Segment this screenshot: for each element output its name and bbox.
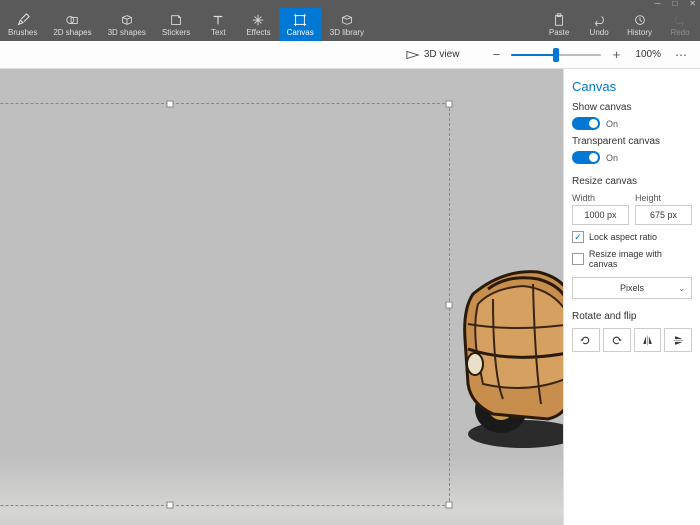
canvas-icon xyxy=(293,13,307,27)
resize-image-label: Resize image with canvas xyxy=(589,249,692,269)
stickers-tool[interactable]: Stickers xyxy=(154,8,198,41)
zoom-slider-thumb[interactable] xyxy=(553,48,559,62)
height-input[interactable] xyxy=(635,205,692,225)
shapes2d-tool[interactable]: 2D shapes xyxy=(45,8,99,41)
minimize-icon[interactable]: ─ xyxy=(655,0,661,8)
width-label: Width xyxy=(572,193,629,203)
lock-aspect-label: Lock aspect ratio xyxy=(589,232,657,242)
maximize-icon[interactable]: □ xyxy=(672,0,677,8)
resize-handle[interactable] xyxy=(167,502,174,509)
brush-icon xyxy=(16,13,30,27)
history-tool[interactable]: History xyxy=(619,8,660,41)
undo-tool[interactable]: Undo xyxy=(579,8,619,41)
canvas-tool[interactable]: Canvas xyxy=(279,8,322,41)
height-label: Height xyxy=(635,193,692,203)
text-tool[interactable]: Text xyxy=(198,8,238,41)
resize-handle[interactable] xyxy=(446,101,453,108)
show-canvas-state: On xyxy=(606,119,618,129)
window-titlebar: ─ □ ✕ xyxy=(0,0,700,8)
effects-tool[interactable]: Effects xyxy=(238,8,278,41)
zoom-in-button[interactable]: + xyxy=(607,46,625,64)
shapes3d-tool[interactable]: 3D shapes xyxy=(100,8,154,41)
units-dropdown[interactable]: Pixels ⌄ xyxy=(572,277,692,299)
view3d-toggle[interactable]: 3D view xyxy=(406,49,460,61)
show-canvas-label: Show canvas xyxy=(572,102,692,113)
paste-icon xyxy=(552,13,566,27)
paste-tool[interactable]: Paste xyxy=(539,8,579,41)
brushes-tool[interactable]: Brushes xyxy=(0,8,45,41)
rotate-flip-label: Rotate and flip xyxy=(572,311,692,322)
more-options-button[interactable]: ⋯ xyxy=(671,48,692,62)
text-icon xyxy=(211,13,225,27)
resize-handle[interactable] xyxy=(446,502,453,509)
resize-image-checkbox[interactable] xyxy=(572,253,584,265)
canvas-selection-rect[interactable] xyxy=(0,103,450,506)
zoom-out-button[interactable]: − xyxy=(487,46,505,64)
canvas-properties-panel: Canvas Show canvas On Transparent canvas… xyxy=(563,69,700,525)
undo-icon xyxy=(592,13,606,27)
shapes2d-icon xyxy=(65,13,79,27)
rotate-ccw-button[interactable] xyxy=(572,328,600,352)
width-input[interactable] xyxy=(572,205,629,225)
resize-handle[interactable] xyxy=(446,301,453,308)
zoom-percent: 100% xyxy=(635,49,661,60)
zoom-slider[interactable] xyxy=(511,54,601,56)
redo-tool: Redo xyxy=(660,8,700,41)
view-options-bar: 3D view − + 100% ⋯ xyxy=(0,41,700,69)
flip-horizontal-button[interactable] xyxy=(634,328,662,352)
history-icon xyxy=(633,13,647,27)
redo-icon xyxy=(673,13,687,27)
transparent-canvas-toggle[interactable] xyxy=(572,151,600,164)
workspace: Canvas Show canvas On Transparent canvas… xyxy=(0,69,700,525)
chevron-down-icon: ⌄ xyxy=(678,284,685,293)
show-canvas-toggle[interactable] xyxy=(572,117,600,130)
resize-handle[interactable] xyxy=(167,101,174,108)
transparent-canvas-state: On xyxy=(606,153,618,163)
resize-canvas-label: Resize canvas xyxy=(572,176,692,187)
flip-vertical-button[interactable] xyxy=(664,328,692,352)
effects-icon xyxy=(251,13,265,27)
shapes3d-icon xyxy=(120,13,134,27)
stickers-icon xyxy=(169,13,183,27)
transparent-canvas-label: Transparent canvas xyxy=(572,136,692,147)
lock-aspect-checkbox[interactable] xyxy=(572,231,584,243)
view3d-icon xyxy=(406,49,420,61)
library3d-tool[interactable]: 3D library xyxy=(322,8,372,41)
library3d-icon xyxy=(340,13,354,27)
main-toolbar: Brushes 2D shapes 3D shapes Stickers Tex… xyxy=(0,8,700,41)
rotate-cw-button[interactable] xyxy=(603,328,631,352)
canvas-viewport[interactable] xyxy=(0,69,563,525)
car-artwork xyxy=(453,254,563,449)
panel-title: Canvas xyxy=(572,79,692,94)
close-icon[interactable]: ✕ xyxy=(689,0,696,8)
